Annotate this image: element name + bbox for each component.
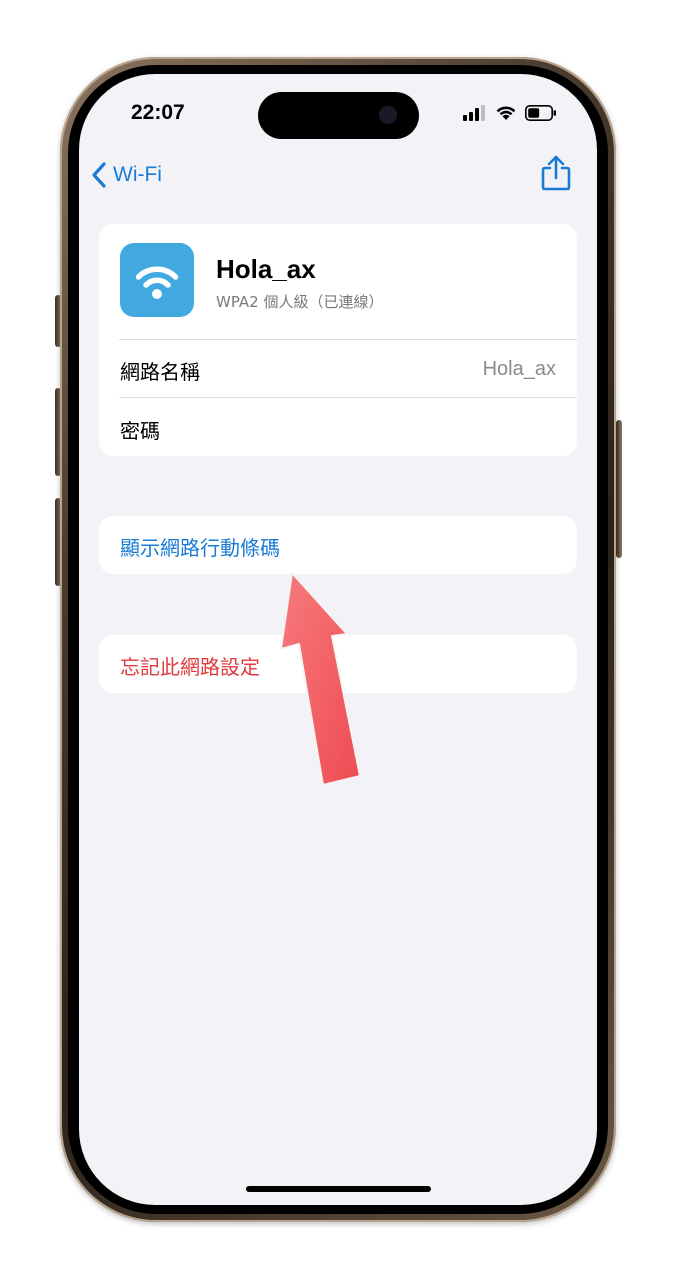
network-security-status: WPA2 個人級（已連線） xyxy=(216,293,384,311)
camera-icon xyxy=(379,106,397,124)
back-button[interactable]: Wi-Fi xyxy=(91,158,162,192)
network-name-value: Hola_ax xyxy=(482,358,556,380)
network-name-label: 網路名稱 xyxy=(120,360,200,384)
back-label: Wi-Fi xyxy=(113,163,162,186)
power-button xyxy=(616,420,622,558)
forget-network-button[interactable]: 忘記此網路設定 xyxy=(99,635,577,693)
status-time: 22:07 xyxy=(131,101,185,124)
show-qr-code-button[interactable]: 顯示網路行動條碼 xyxy=(99,516,577,574)
battery-icon xyxy=(525,105,556,121)
phone-frame: 22:07 Wi-Fi Hola_ax WPA2 個人級（已連線） 網路名稱 H… xyxy=(60,57,616,1222)
network-info-card: Hola_ax WPA2 個人級（已連線） 網路名稱 Hola_ax 密碼 xyxy=(99,224,577,456)
screen: 22:07 Wi-Fi Hola_ax WPA2 個人級（已連線） 網路名稱 H… xyxy=(79,74,597,1205)
forget-network-label: 忘記此網路設定 xyxy=(120,655,260,679)
network-name-title: Hola_ax xyxy=(216,254,316,284)
divider xyxy=(119,339,577,340)
stage: 22:07 Wi-Fi Hola_ax WPA2 個人級（已連線） 網路名稱 H… xyxy=(0,0,677,1280)
status-icons xyxy=(463,102,557,124)
cellular-signal-icon xyxy=(463,105,485,121)
dynamic-island xyxy=(258,92,419,139)
share-icon xyxy=(541,155,571,191)
wifi-icon xyxy=(135,266,179,299)
home-indicator xyxy=(246,1186,431,1192)
show-qr-code-label: 顯示網路行動條碼 xyxy=(120,536,280,560)
chevron-left-icon xyxy=(92,162,106,188)
password-row[interactable]: 密碼 xyxy=(120,415,160,444)
divider xyxy=(119,397,577,398)
share-button[interactable] xyxy=(539,154,573,192)
network-icon-tile xyxy=(120,243,194,317)
wifi-icon xyxy=(496,106,516,120)
